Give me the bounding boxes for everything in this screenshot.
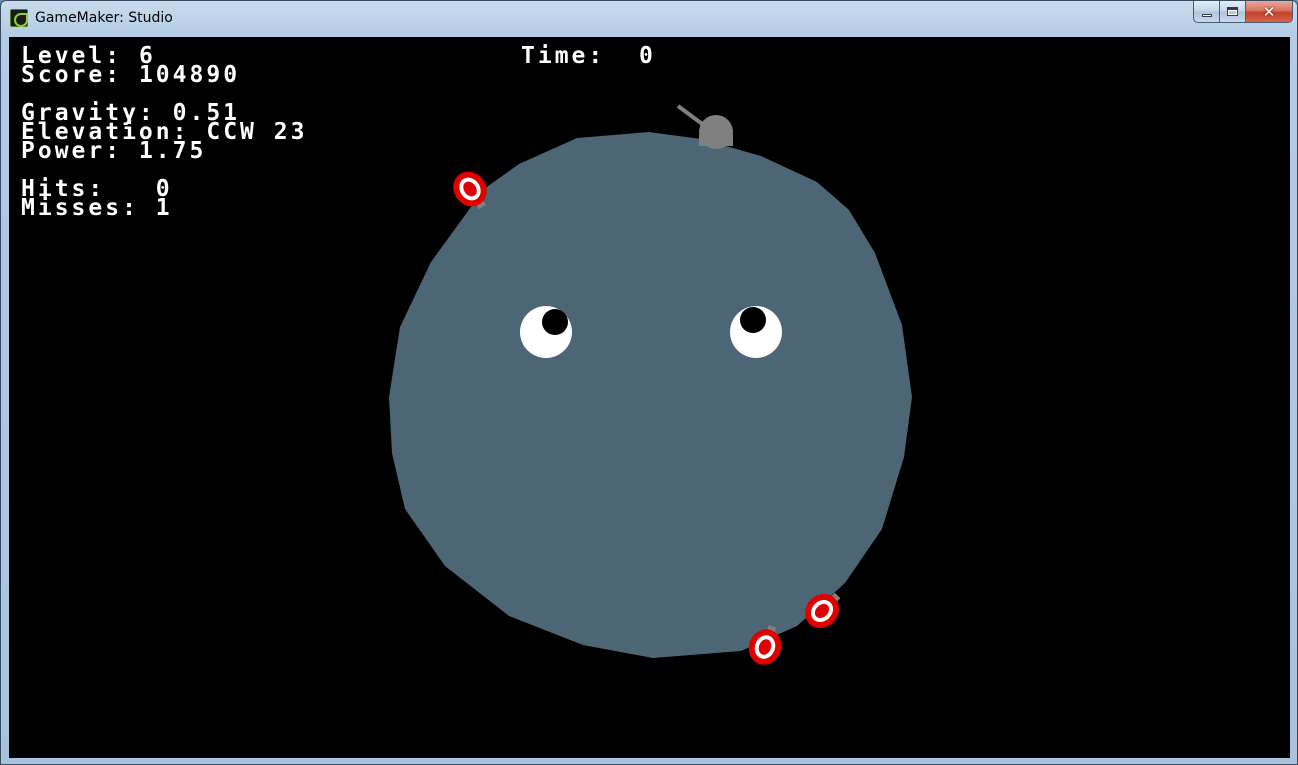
score-value: 104890 xyxy=(138,62,241,88)
right-eye xyxy=(730,306,782,358)
game-canvas[interactable]: Level: 6 Score: 104890 Time: 0 Gravity: … xyxy=(9,37,1290,758)
time-value: 0 xyxy=(638,43,656,69)
gamemaker-logo-icon xyxy=(10,9,28,27)
hud-misses: Misses: 1 xyxy=(21,197,173,220)
left-eye-pupil xyxy=(542,309,568,335)
elevation-value: CCW 23 xyxy=(206,119,308,145)
maximize-button[interactable] xyxy=(1220,1,1246,23)
maximize-icon xyxy=(1227,7,1238,16)
app-window: GameMaker: Studio ✕ Level: 6 Score: 1048… xyxy=(0,0,1298,765)
power-value: 1.75 xyxy=(138,138,207,164)
hud-time: Time: 0 xyxy=(521,45,656,68)
score-label: Score: xyxy=(21,62,123,88)
window-title: GameMaker: Studio xyxy=(35,10,173,26)
power-label: Power: xyxy=(21,138,123,164)
minimize-icon xyxy=(1201,13,1212,17)
title-bar[interactable]: GameMaker: Studio ✕ xyxy=(1,1,1297,37)
planet xyxy=(389,132,912,658)
left-eye xyxy=(520,306,572,358)
close-icon: ✕ xyxy=(1262,2,1276,21)
right-eye-pupil xyxy=(740,307,766,333)
minimize-button[interactable] xyxy=(1193,1,1220,23)
window-controls: ✕ xyxy=(1193,1,1293,23)
misses-label: Misses: xyxy=(21,195,139,221)
misses-value: 1 xyxy=(155,195,173,221)
time-label: Time: xyxy=(521,43,606,69)
hud-score: Score: 104890 xyxy=(21,64,240,87)
hud-power: Power: 1.75 xyxy=(21,140,206,163)
close-button[interactable]: ✕ xyxy=(1246,1,1293,23)
cannon-base xyxy=(699,134,733,146)
